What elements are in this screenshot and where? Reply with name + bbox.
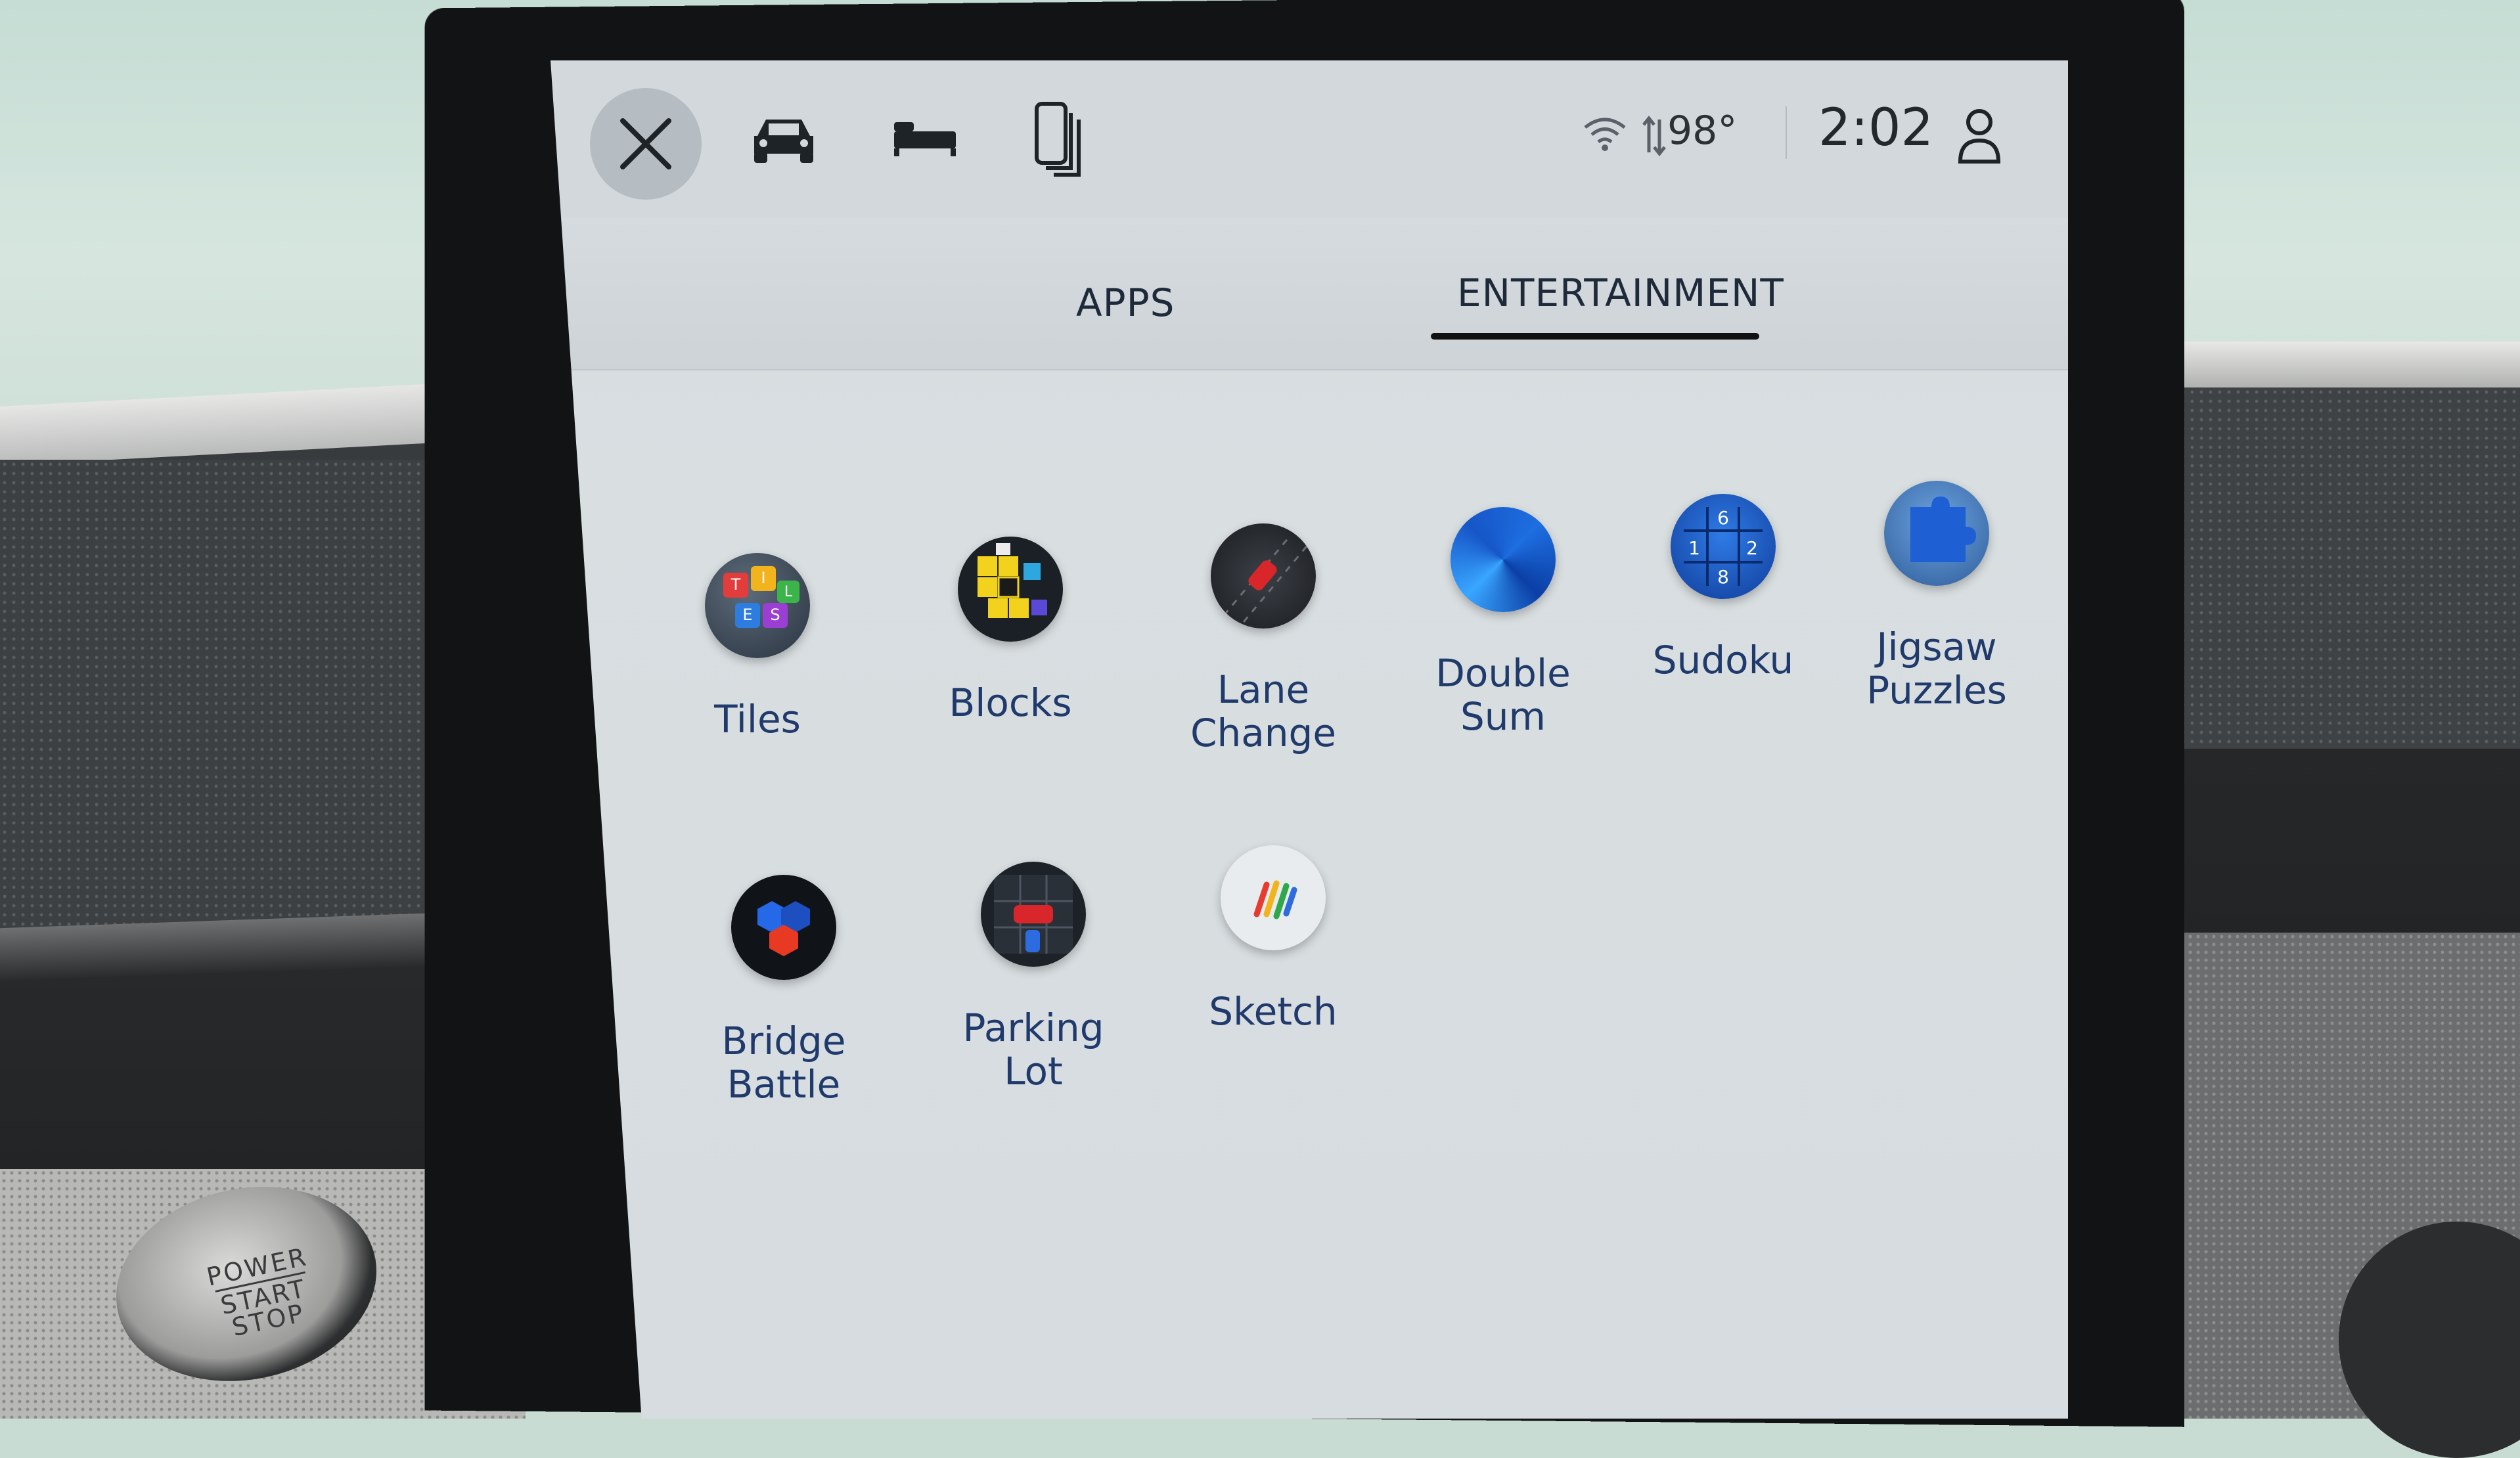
tile-letter: S (770, 606, 780, 624)
app-label: Lane Change (1190, 667, 1337, 755)
app-double-sum[interactable]: Double Sum (1398, 507, 1608, 738)
close-button[interactable] (590, 88, 702, 200)
jigsaw-graphic (1910, 497, 1976, 562)
sudoku-digit: 8 (1717, 566, 1729, 588)
parking-lot-icon (981, 862, 1086, 967)
tab-bar: APPS ENTERTAINMENT (551, 218, 2068, 370)
parking-lot-graphic (994, 875, 1073, 954)
tile-letter: E (742, 606, 752, 624)
sudoku-digit: 2 (1746, 537, 1758, 559)
app-label: Sudoku (1652, 638, 1794, 682)
phone-icon[interactable] (1030, 100, 1089, 179)
infotainment-screen: 98° 2:02 APPS ENTERTAINMENT T I L E S Ti… (551, 60, 2068, 1419)
data-transfer-icon (1642, 115, 1666, 157)
status-divider (1786, 106, 1787, 159)
lane-change-icon (1211, 523, 1316, 629)
blocks-graphic (978, 543, 1047, 618)
app-blocks[interactable]: Blocks (905, 537, 1115, 724)
double-sum-icon (1451, 507, 1556, 612)
sudoku-graphic: 6 1 2 8 (1684, 507, 1763, 588)
app-bridge-battle[interactable]: Bridge Battle (679, 875, 889, 1106)
app-label: Blocks (949, 680, 1072, 725)
app-label: Sketch (1209, 989, 1338, 1034)
app-grid: T I L E S Tiles Blocks Lane Change Doubl… (551, 376, 2068, 1164)
sketch-graphic (1253, 880, 1297, 919)
tab-entertainment[interactable]: ENTERTAINMENT (1457, 271, 1784, 315)
bed-icon[interactable] (889, 113, 961, 159)
tile-letter: T (731, 575, 741, 594)
car-icon[interactable] (748, 113, 820, 166)
bridge-battle-graphic (757, 901, 810, 956)
sudoku-digit: 6 (1717, 507, 1729, 529)
wifi-icon (1584, 118, 1626, 151)
sudoku-digit: 1 (1688, 537, 1700, 559)
tiles-graphic: T I L E S (723, 566, 799, 628)
temperature-readout: 98° (1667, 108, 1738, 154)
tile-letter: I (761, 569, 765, 587)
dashboard-left-fabric (0, 460, 480, 933)
status-bar: 98° 2:02 (551, 60, 2068, 219)
dashboard-right-fabric (2142, 387, 2520, 749)
app-sudoku[interactable]: 6 1 2 8 Sudoku (1618, 494, 1828, 682)
app-sketch[interactable]: Sketch (1168, 845, 1378, 1033)
dashboard-right-trim (2128, 342, 2520, 387)
bridge-battle-icon (731, 875, 836, 980)
user-icon[interactable] (1956, 106, 2002, 166)
clock: 2:02 (1818, 99, 1934, 158)
blocks-icon (958, 537, 1063, 642)
app-label: Bridge Battle (721, 1019, 846, 1107)
jigsaw-puzzles-icon (1884, 481, 1989, 586)
tiles-icon: T I L E S (705, 553, 810, 658)
app-parking-lot[interactable]: Parking Lot (928, 862, 1138, 1093)
app-jigsaw-puzzles[interactable]: Jigsaw Puzzles (1832, 481, 2042, 712)
app-label: Parking Lot (962, 1005, 1104, 1094)
active-tab-indicator (1431, 333, 1759, 340)
tile-letter: L (784, 584, 793, 600)
app-tiles[interactable]: T I L E S Tiles (652, 553, 863, 741)
app-label: Tiles (714, 697, 801, 741)
sudoku-icon: 6 1 2 8 (1671, 494, 1776, 599)
app-label: Jigsaw Puzzles (1866, 625, 2007, 713)
lane-change-graphic (1223, 536, 1311, 623)
sketch-icon (1221, 845, 1326, 950)
app-lane-change[interactable]: Lane Change (1158, 523, 1368, 755)
app-label: Double Sum (1435, 651, 1571, 739)
tab-apps[interactable]: APPS (1076, 280, 1175, 325)
close-icon (620, 118, 671, 169)
